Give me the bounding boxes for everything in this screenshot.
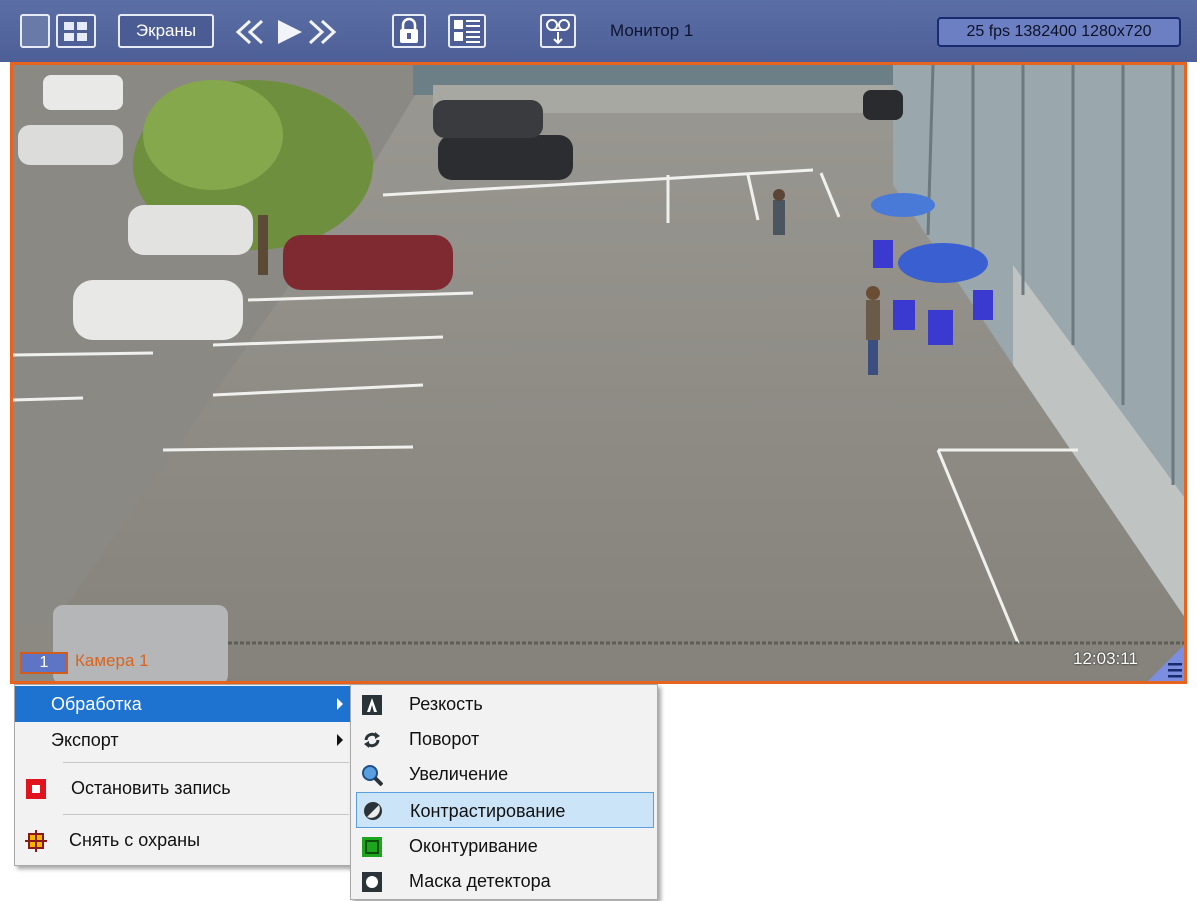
submenu-arrow-icon: [337, 734, 343, 746]
magnifier-icon: [362, 765, 383, 786]
submenu-item-contouring-label: Оконтуривание: [409, 836, 538, 856]
submenu-item-sharpness-label: Резкость: [409, 694, 483, 714]
monitor-label: Монитор 1: [610, 21, 694, 40]
menu-item-stop-recording-label: Остановить запись: [71, 778, 231, 798]
submenu-arrow-icon: [337, 698, 343, 710]
submenu-item-zoom-label: Увеличение: [409, 764, 509, 784]
screens-button[interactable]: Экраны: [118, 14, 214, 48]
menu-separator: [63, 762, 349, 763]
camera-context-menu: Обработка Экспорт Остановить запись Снят…: [14, 684, 358, 866]
processing-submenu: Резкость Поворот Увеличение Контрастиров…: [350, 684, 658, 900]
menu-item-disarm-label: Снять с охраны: [69, 830, 201, 850]
stop-record-icon: [26, 779, 46, 799]
hamburger-icon: [1168, 663, 1182, 678]
menu-item-disarm[interactable]: Снять с охраны: [15, 822, 355, 858]
fast-forward-icon[interactable]: [308, 19, 337, 45]
menu-item-export[interactable]: Экспорт: [15, 722, 355, 758]
submenu-item-contrast-label: Контрастирование: [410, 801, 566, 821]
submenu-item-sharpness[interactable]: Резкость: [351, 686, 655, 722]
playback-controls: [235, 19, 337, 45]
camera-name-label: Камера 1: [75, 651, 149, 670]
disarm-icon: [25, 830, 47, 852]
submenu-item-detector-mask[interactable]: Маска детектора: [351, 863, 655, 899]
camera-video-frame: [13, 65, 1184, 681]
menu-item-processing[interactable]: Обработка: [15, 686, 355, 722]
lock-button[interactable]: [392, 14, 426, 48]
tape-icon: [546, 19, 570, 45]
submenu-item-zoom[interactable]: Увеличение: [351, 756, 655, 792]
submenu-item-contouring[interactable]: Оконтуривание: [351, 828, 655, 864]
menu-item-stop-recording[interactable]: Остановить запись: [15, 770, 355, 806]
lock-icon: [400, 17, 418, 43]
stream-info-badge: 25 fps 1382400 1280x720: [937, 17, 1181, 47]
menu-item-processing-label: Обработка: [51, 694, 142, 714]
rotate-icon: [364, 732, 380, 748]
camera-menu-button[interactable]: [1148, 645, 1184, 681]
submenu-item-rotation[interactable]: Поворот: [351, 721, 655, 757]
grid-view-button[interactable]: [56, 14, 96, 48]
rewind-icon[interactable]: [235, 19, 264, 45]
menu-item-export-label: Экспорт: [51, 730, 119, 750]
archive-button[interactable]: [540, 14, 576, 48]
mask-icon: [362, 872, 382, 892]
submenu-item-detector-mask-label: Маска детектора: [409, 871, 551, 891]
submenu-item-rotation-label: Поворот: [409, 729, 480, 749]
sharpness-icon: [362, 695, 382, 715]
list-icon: [454, 20, 480, 43]
camera-timestamp: 12:03:11: [1073, 649, 1138, 668]
play-icon[interactable]: [278, 20, 302, 44]
camera-video-view[interactable]: 1 Камера 1 12:03:11: [10, 62, 1187, 684]
contrast-icon: [364, 802, 382, 820]
menu-separator: [63, 814, 349, 815]
toolbar: Экраны Монитор 1 25 fps 1382400 1280x720: [0, 0, 1197, 62]
submenu-item-contrast[interactable]: Контрастирование: [356, 792, 654, 828]
camera-list-button[interactable]: [448, 14, 486, 48]
camera-number-badge[interactable]: 1: [20, 652, 68, 674]
contour-icon: [362, 837, 382, 857]
single-view-button[interactable]: [20, 14, 50, 48]
grid-icon: [64, 22, 87, 41]
